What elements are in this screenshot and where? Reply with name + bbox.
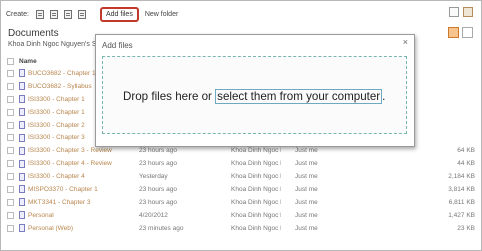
file-modified: 23 hours ago xyxy=(139,147,177,155)
row-checkbox[interactable] xyxy=(7,198,14,206)
row-checkbox[interactable] xyxy=(7,224,14,232)
row-checkbox[interactable] xyxy=(7,147,14,155)
file-name[interactable]: MKT3341 - Chapter 3 xyxy=(28,199,139,206)
select-files-link[interactable]: select them from your computer xyxy=(215,89,383,104)
row-checkbox[interactable] xyxy=(7,95,14,103)
row-checkbox[interactable] xyxy=(7,185,14,193)
file-modified: 4/20/2012 xyxy=(139,211,168,219)
select-all-checkbox[interactable] xyxy=(7,57,14,65)
file-modified: Yesterday xyxy=(139,173,168,181)
file-name[interactable]: ISI3300 - Chapter 3 - Review xyxy=(28,147,139,154)
document-icon xyxy=(19,172,25,181)
add-files-dialog: Add files × Drop files here or select th… xyxy=(95,34,415,147)
row-checkbox[interactable] xyxy=(7,173,14,181)
file-modified: 23 hours ago xyxy=(139,185,177,193)
row-checkbox[interactable] xyxy=(7,134,14,142)
list-view-icon[interactable] xyxy=(462,27,473,38)
drop-suffix: . xyxy=(382,90,386,103)
create-label: Create: xyxy=(6,10,29,18)
table-row[interactable]: ISI3300 - Chapter 4 - Review 23 hours ago… xyxy=(7,157,475,170)
skydrive-window: Create: Add files New folder Documents K… xyxy=(0,0,482,251)
file-sharing: Just me xyxy=(295,211,318,219)
document-icon xyxy=(19,185,25,194)
file-modified-by: Khoa Dinh Ngoc N... xyxy=(231,147,281,155)
create-toolbar: Create: Add files New folder xyxy=(6,6,178,22)
document-icon xyxy=(19,146,25,155)
details-view-icon[interactable] xyxy=(449,7,459,17)
row-checkbox[interactable] xyxy=(7,69,14,77)
file-modified-by: Khoa Dinh Ngoc N... xyxy=(231,211,281,219)
file-size: 3,814 KB xyxy=(448,185,475,193)
file-modified-by: Khoa Dinh Ngoc N... xyxy=(231,198,281,206)
onenote-notebook-icon[interactable] xyxy=(77,9,86,19)
table-row[interactable]: Personal4/20/2012 Khoa Dinh Ngoc N... Just… xyxy=(7,209,475,222)
document-icon xyxy=(19,69,25,78)
word-document-icon[interactable] xyxy=(35,9,44,19)
file-modified-by: Khoa Dinh Ngoc N... xyxy=(231,224,281,232)
document-icon xyxy=(19,198,25,207)
row-checkbox[interactable] xyxy=(7,121,14,129)
document-icon xyxy=(19,211,25,220)
thumbnails-view-icon[interactable] xyxy=(463,7,473,17)
file-size: 6,811 KB xyxy=(448,198,475,206)
drop-text: Drop files here or xyxy=(123,90,216,103)
document-icon xyxy=(19,159,25,168)
document-icon xyxy=(19,108,25,117)
file-size: 64 KB xyxy=(457,147,475,155)
file-modified: 23 hours ago xyxy=(139,198,177,206)
excel-workbook-icon[interactable] xyxy=(49,9,58,19)
document-icon xyxy=(19,133,25,142)
document-icon xyxy=(19,224,25,233)
document-icon xyxy=(19,82,25,91)
close-icon[interactable]: × xyxy=(403,37,408,47)
table-row[interactable]: Personal (Web) 23 minutes ago Khoa Dinh Ng… xyxy=(7,222,475,235)
add-files-button[interactable]: Add files xyxy=(99,6,139,22)
file-size: 2,184 KB xyxy=(448,173,475,181)
file-sharing: Just me xyxy=(295,173,318,181)
file-modified-by: Khoa Dinh Ngoc N... xyxy=(231,160,281,168)
file-sharing: Just me xyxy=(295,198,318,206)
row-checkbox[interactable] xyxy=(7,211,14,219)
file-name[interactable]: Personal (Web) xyxy=(28,225,139,232)
file-modified: 23 minutes ago xyxy=(139,224,184,232)
file-modified-by: Khoa Dinh Ngoc N... xyxy=(231,173,281,181)
powerpoint-presentation-icon[interactable] xyxy=(63,9,72,19)
file-name[interactable]: ISI3300 - Chapter 4 - Review xyxy=(28,160,139,167)
file-sharing: Just me xyxy=(295,160,318,168)
name-column-header[interactable]: Name xyxy=(19,58,37,65)
table-row[interactable]: MISPO3370 - Chapter 1 23 hours ago Khoa Di… xyxy=(7,183,475,196)
document-icon xyxy=(19,95,25,104)
file-name[interactable]: ISI3300 - Chapter 4 xyxy=(28,173,139,180)
drop-instructions: Drop files here or select them from your… xyxy=(123,89,386,104)
file-name[interactable]: MISPO3370 - Chapter 1 xyxy=(28,186,139,193)
table-row[interactable]: ISI3300 - Chapter 4 Yesterday Khoa Dinh Ng… xyxy=(7,170,475,183)
search-icon[interactable] xyxy=(448,27,459,38)
new-folder-link[interactable]: New folder xyxy=(145,11,178,18)
top-right-icons xyxy=(449,7,473,17)
dialog-title: Add files xyxy=(102,41,133,50)
file-size: 23 KB xyxy=(457,224,475,232)
row-checkbox[interactable] xyxy=(7,82,14,90)
file-sharing: Just me xyxy=(295,147,318,155)
file-modified: 23 hours ago xyxy=(139,160,177,168)
file-sharing: Just me xyxy=(295,185,318,193)
row-checkbox[interactable] xyxy=(7,160,14,168)
view-tools xyxy=(448,27,473,38)
row-checkbox[interactable] xyxy=(7,108,14,116)
table-row[interactable]: MKT3341 - Chapter 3 23 hours ago Khoa Dinh… xyxy=(7,196,475,209)
file-sharing: Just me xyxy=(295,224,318,232)
drop-zone[interactable]: Drop files here or select them from your… xyxy=(102,56,407,134)
file-size: 44 KB xyxy=(457,160,475,168)
file-name[interactable]: Personal xyxy=(28,212,139,219)
document-icon xyxy=(19,121,25,129)
file-modified-by: Khoa Dinh Ngoc N... xyxy=(231,185,281,193)
page-title: Documents xyxy=(8,28,59,39)
file-size: 1,427 KB xyxy=(448,211,475,219)
